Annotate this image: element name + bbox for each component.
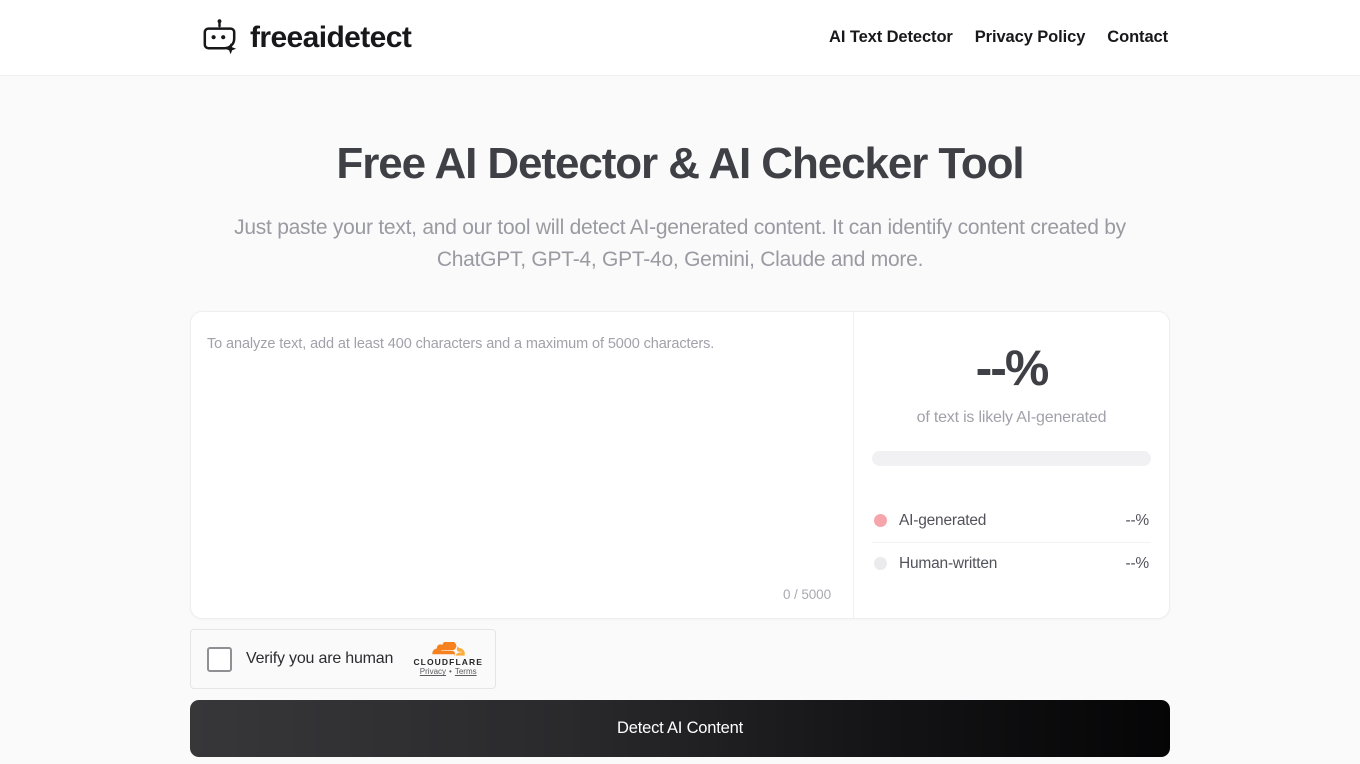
detector-section: 0 / 5000 --% of text is likely AI-genera… <box>190 311 1170 757</box>
legend-label: Human-written <box>899 554 998 572</box>
verify-human-label: Verify you are human <box>246 650 394 667</box>
ai-score-value: --% <box>975 340 1050 396</box>
nav-link-ai-text-detector[interactable]: AI Text Detector <box>829 28 953 47</box>
editor-pane: 0 / 5000 <box>191 312 853 618</box>
cloudflare-turnstile-widget[interactable]: Verify you are human CLOUDFLARE Privacy … <box>190 629 496 689</box>
nav-link-contact[interactable]: Contact <box>1107 28 1168 47</box>
character-counter: 0 / 5000 <box>783 587 831 602</box>
human-written-dot-icon <box>874 557 887 570</box>
detector-card: 0 / 5000 --% of text is likely AI-genera… <box>190 311 1170 619</box>
ai-generated-dot-icon <box>874 514 887 527</box>
main-nav: AI Text Detector Privacy Policy Contact <box>829 28 1168 47</box>
ai-score-progress-bar <box>872 450 1151 466</box>
verify-human-checkbox[interactable] <box>207 646 232 672</box>
detect-ai-content-button[interactable]: Detect AI Content <box>190 700 1170 757</box>
page-main: Free AI Detector & AI Checker Tool Just … <box>0 76 1360 757</box>
legend-row-human-written: Human-written --% <box>872 541 1151 585</box>
ai-score-caption: of text is likely AI-generated <box>916 408 1107 426</box>
cloudflare-wordmark: CLOUDFLARE <box>413 656 483 667</box>
result-legend: AI-generated --% Human-written --% <box>872 500 1151 585</box>
cloudflare-links: Privacy • Terms <box>420 668 477 676</box>
cloudflare-links-separator: • <box>449 667 452 677</box>
result-pane: --% of text is likely AI-generated AI-ge… <box>853 312 1169 618</box>
page-subtitle: Just paste your text, and our tool will … <box>234 215 1126 272</box>
site-header: freeaidetect AI Text Detector Privacy Po… <box>0 0 1360 76</box>
legend-value: --% <box>1125 511 1149 529</box>
cloudflare-terms-link[interactable]: Terms <box>455 668 477 676</box>
hero-section: Free AI Detector & AI Checker Tool Just … <box>0 138 1360 277</box>
brand-logo[interactable]: freeaidetect <box>200 18 412 58</box>
legend-label: AI-generated <box>899 511 987 529</box>
chatbot-sparkle-icon <box>200 18 240 58</box>
text-input[interactable] <box>207 334 831 562</box>
legend-row-ai-generated: AI-generated --% <box>872 500 1151 542</box>
page-title: Free AI Detector & AI Checker Tool <box>336 139 1024 188</box>
nav-link-privacy-policy[interactable]: Privacy Policy <box>975 28 1086 47</box>
cloudflare-branding: CLOUDFLARE Privacy • Terms <box>413 641 483 677</box>
legend-value: --% <box>1125 554 1149 572</box>
brand-name: freeaidetect <box>250 20 412 54</box>
cloudflare-privacy-link[interactable]: Privacy <box>420 668 446 676</box>
cloudflare-cloud-icon <box>430 641 466 657</box>
